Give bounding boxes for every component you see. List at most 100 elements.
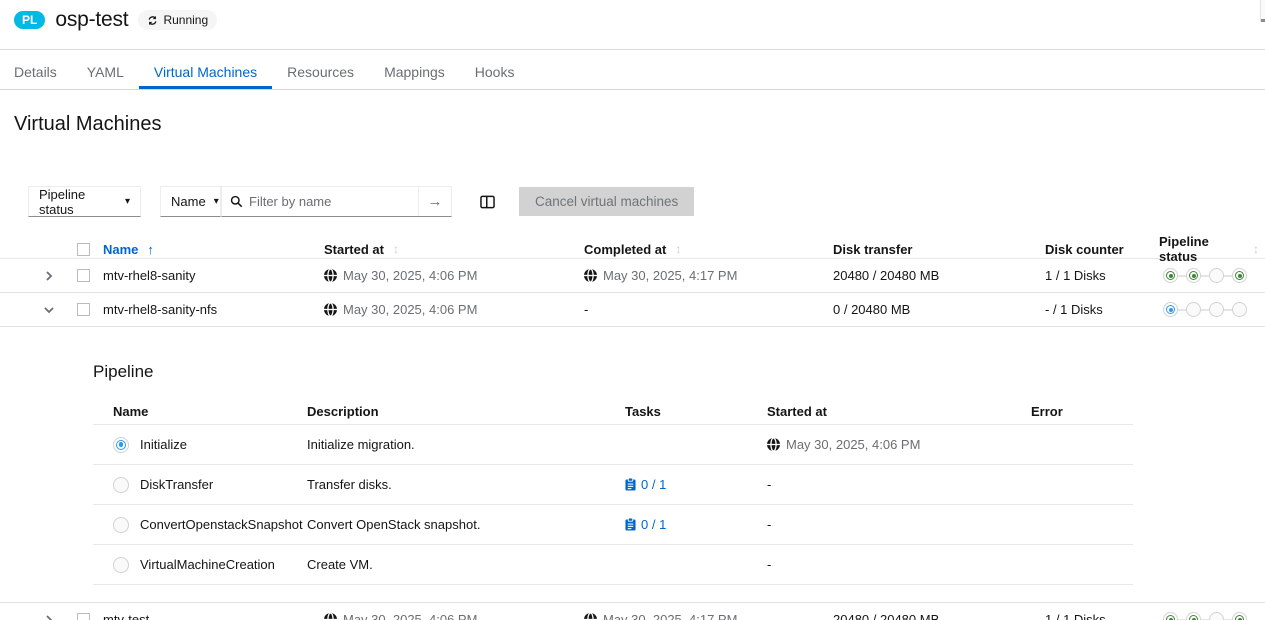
step-started-at: -	[767, 517, 1031, 532]
tab-virtual-machines[interactable]: Virtual Machines	[139, 54, 272, 89]
started-at-cell: May 30, 2025, 4:06 PM	[324, 268, 584, 283]
sort-ascending-icon: ↑	[147, 242, 154, 257]
tab-details[interactable]: Details	[0, 54, 72, 89]
step-description: Convert OpenStack snapshot.	[307, 517, 625, 532]
filter-category-value: Pipeline status	[39, 187, 117, 217]
pipeline-column-description: Description	[307, 404, 625, 419]
pipeline-step-row: Initialize Initialize migration. May 30,…	[93, 425, 1133, 465]
table-row: mtv-rhel8-sanity-nfs May 30, 2025, 4:06 …	[0, 293, 1265, 327]
filter-category-select[interactable]: Pipeline status ▾	[28, 186, 141, 217]
row-checkbox[interactable]	[77, 613, 90, 620]
step-name: VirtualMachineCreation	[140, 557, 275, 572]
page-title: Virtual Machines	[0, 90, 1265, 136]
tab-hooks[interactable]: Hooks	[460, 54, 530, 89]
pipeline-step-row: VirtualMachineCreation Create VM. -	[93, 545, 1133, 585]
cancel-virtual-machines-button[interactable]: Cancel virtual machines	[519, 187, 694, 216]
step-name: DiskTransfer	[140, 477, 213, 492]
status-badge[interactable]: Running	[138, 10, 217, 30]
vm-name: mtv-test	[103, 612, 324, 620]
plan-type-badge: PL	[14, 11, 45, 29]
step-name: ConvertOpenstackSnapshot	[140, 517, 303, 532]
disk-counter-cell: 1 / 1 Disks	[1045, 268, 1159, 283]
column-header-name[interactable]: Name ↑	[103, 242, 324, 257]
columns-icon	[480, 195, 495, 209]
pipeline-column-error: Error	[1031, 404, 1133, 419]
tasks-count: 0 / 1	[625, 517, 666, 532]
table-header-row: Name ↑ Started at ↕ Completed at ↕ Disk …	[0, 234, 1265, 259]
arrow-right-icon: →	[428, 193, 443, 210]
tasks-count: 0 / 1	[625, 477, 666, 492]
chevron-down-icon: ▾	[125, 196, 130, 207]
column-header-disk-counter: Disk counter	[1045, 242, 1159, 257]
sort-icon: ↕	[1253, 242, 1259, 256]
expanded-row-panel: Pipeline Name Description Tasks Started …	[0, 327, 1265, 603]
disk-counter-cell: 1 / 1 Disks	[1045, 612, 1159, 620]
step-name: Initialize	[140, 437, 187, 452]
disk-transfer-cell: 20480 / 20480 MB	[833, 268, 1045, 283]
chevron-right-icon	[44, 615, 54, 620]
step-started-at: -	[767, 557, 1031, 572]
tab-bar: Details YAML Virtual Machines Resources …	[0, 54, 1265, 90]
step-description: Initialize migration.	[307, 437, 625, 452]
table-row: mtv-test May 30, 2025, 4:06 PM May 30, 2…	[0, 603, 1265, 620]
vm-name: mtv-rhel8-sanity-nfs	[103, 302, 324, 317]
step-description: Transfer disks.	[307, 477, 625, 492]
manage-columns-button[interactable]	[480, 195, 495, 209]
plan-title: osp-test	[55, 8, 128, 32]
globe-icon	[324, 613, 337, 620]
vertical-scrollbar[interactable]	[1260, 0, 1265, 22]
vm-name: mtv-rhel8-sanity	[103, 268, 324, 283]
search-submit-button[interactable]: →	[418, 187, 451, 216]
globe-icon	[584, 269, 597, 282]
virtual-machines-table: Name ↑ Started at ↕ Completed at ↕ Disk …	[0, 234, 1265, 620]
pipeline-status-indicator	[1159, 612, 1265, 620]
completed-at-cell: -	[584, 302, 833, 317]
expand-toggle[interactable]	[44, 271, 54, 281]
pipeline-table: Name Description Tasks Started at Error …	[93, 398, 1133, 585]
step-started-at: -	[767, 477, 1031, 492]
sort-icon: ↕	[393, 242, 399, 256]
tab-mappings[interactable]: Mappings	[369, 54, 460, 89]
completed-at-cell: May 30, 2025, 4:17 PM	[584, 268, 833, 283]
task-clipboard-icon	[625, 518, 636, 531]
column-header-pipeline-status[interactable]: Pipeline status ↕	[1159, 234, 1265, 264]
chevron-down-icon: ▾	[214, 196, 219, 207]
column-header-completed-at[interactable]: Completed at ↕	[584, 242, 833, 257]
row-checkbox[interactable]	[77, 303, 90, 316]
disk-transfer-cell: 0 / 20480 MB	[833, 302, 1045, 317]
sort-icon: ↕	[675, 242, 681, 256]
tab-yaml[interactable]: YAML	[72, 54, 139, 89]
step-status-icon	[113, 517, 129, 533]
pipeline-step-row: ConvertOpenstackSnapshot Convert OpenSta…	[93, 505, 1133, 545]
globe-icon	[324, 303, 337, 316]
started-at-cell: May 30, 2025, 4:06 PM	[324, 302, 584, 317]
pipeline-column-started-at: Started at	[767, 404, 1031, 419]
chevron-right-icon	[44, 271, 54, 281]
globe-icon	[767, 438, 780, 451]
plan-header: PL osp-test Running	[0, 0, 1265, 50]
chevron-down-icon	[44, 305, 54, 315]
pipeline-column-tasks: Tasks	[625, 404, 767, 419]
sync-icon	[147, 15, 158, 26]
pipeline-status-indicator	[1159, 268, 1265, 283]
pipeline-column-name: Name	[93, 404, 307, 419]
column-header-started-at[interactable]: Started at ↕	[324, 242, 584, 257]
filter-toolbar: Pipeline status ▾ Name ▾ → Cancel virtua…	[28, 186, 1265, 217]
disk-counter-cell: - / 1 Disks	[1045, 302, 1159, 317]
tab-resources[interactable]: Resources	[272, 54, 369, 89]
search-input[interactable]	[249, 194, 410, 209]
step-description: Create VM.	[307, 557, 625, 572]
row-checkbox[interactable]	[77, 269, 90, 282]
collapse-toggle[interactable]	[44, 305, 54, 315]
step-started-at: May 30, 2025, 4:06 PM	[767, 437, 1031, 452]
pipeline-panel-title: Pipeline	[93, 362, 1265, 382]
filter-field-value: Name	[171, 194, 206, 209]
column-header-disk-transfer: Disk transfer	[833, 242, 1045, 257]
pipeline-header-row: Name Description Tasks Started at Error	[93, 398, 1133, 425]
select-all-checkbox[interactable]	[77, 243, 90, 256]
expand-toggle[interactable]	[44, 615, 54, 620]
filter-field-select[interactable]: Name ▾	[160, 186, 221, 217]
completed-at-cell: May 30, 2025, 4:17 PM	[584, 612, 833, 620]
globe-icon	[324, 269, 337, 282]
step-status-icon	[113, 557, 129, 573]
